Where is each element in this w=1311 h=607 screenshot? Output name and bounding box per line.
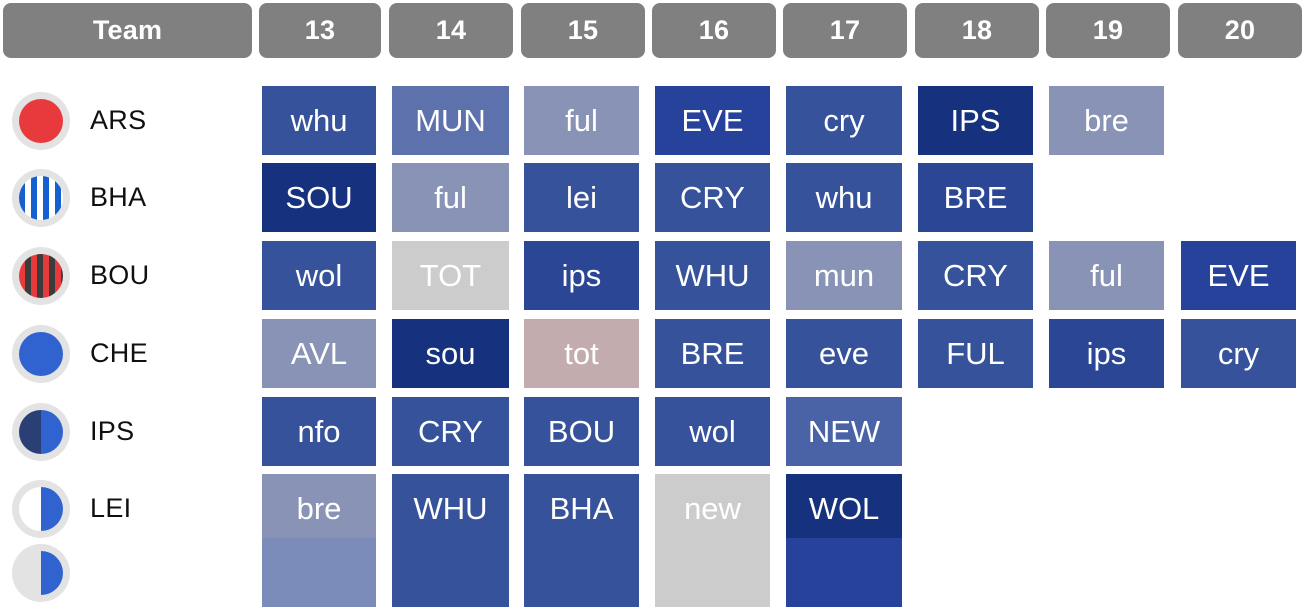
team-abbreviation: ARS <box>90 105 147 135</box>
fixture-cell[interactable]: EVE <box>655 86 770 155</box>
fixture-cell[interactable]: mun <box>786 241 902 310</box>
team-crest-icon <box>19 486 63 531</box>
fixture-cell[interactable]: WHU <box>392 474 509 543</box>
team-badge <box>12 543 70 602</box>
team-crest-icon <box>19 98 63 143</box>
team-abbreviation: CHE <box>90 338 148 368</box>
fixture-cell[interactable]: BRE <box>918 163 1033 232</box>
fixture-cell[interactable] <box>262 538 376 607</box>
fixture-cell[interactable]: ful <box>1049 241 1164 310</box>
header-cell-gameweek-14[interactable]: 14 <box>389 3 513 58</box>
fixture-cell[interactable]: lei <box>524 163 639 232</box>
fixture-cell[interactable]: MUN <box>392 86 509 155</box>
team-crest-icon <box>19 409 63 454</box>
fixture-cell[interactable]: WOL <box>786 474 902 543</box>
team-row-label-IPS[interactable]: IPS <box>6 397 252 466</box>
fixture-cell[interactable]: cry <box>786 86 902 155</box>
fixture-cell[interactable]: whu <box>786 163 902 232</box>
fixture-cell[interactable]: ful <box>392 163 509 232</box>
header-cell-gameweek-18[interactable]: 18 <box>915 3 1039 58</box>
team-crest-icon <box>19 175 63 220</box>
header-cell-gameweek-20[interactable]: 20 <box>1178 3 1302 58</box>
fixture-cell[interactable]: SOU <box>262 163 376 232</box>
team-badge <box>12 246 70 305</box>
header-cell-gameweek-13[interactable]: 13 <box>259 3 381 58</box>
team-row-label-ARS[interactable]: ARS <box>6 86 252 155</box>
team-abbreviation: BOU <box>90 260 150 290</box>
fixture-cell[interactable]: new <box>655 474 770 543</box>
fixture-cell[interactable]: wol <box>262 241 376 310</box>
fixture-cell[interactable]: CRY <box>918 241 1033 310</box>
fixture-cell[interactable]: FUL <box>918 319 1033 388</box>
fixture-cell[interactable]: CRY <box>655 163 770 232</box>
fixture-cell[interactable]: TOT <box>392 241 509 310</box>
fixture-cell[interactable]: BOU <box>524 397 639 466</box>
fixture-cell[interactable]: BRE <box>655 319 770 388</box>
team-row-label-BOU[interactable]: BOU <box>6 241 252 310</box>
team-badge <box>12 402 70 461</box>
fixture-cell[interactable]: EVE <box>1181 241 1296 310</box>
fixture-cell[interactable]: bre <box>1049 86 1164 155</box>
fixture-cell[interactable]: sou <box>392 319 509 388</box>
table-header-row: Team 13 14 15 16 17 18 19 20 <box>0 0 1311 58</box>
team-abbreviation: BHA <box>90 182 147 212</box>
fixture-cell[interactable]: cry <box>1181 319 1296 388</box>
header-cell-gameweek-17[interactable]: 17 <box>783 3 907 58</box>
fixture-cell[interactable]: eve <box>786 319 902 388</box>
fixture-cell[interactable]: tot <box>524 319 639 388</box>
team-row-label-LEI[interactable]: LEI <box>6 474 252 543</box>
team-row-label-BHA[interactable]: BHA <box>6 163 252 232</box>
fixture-cell[interactable] <box>392 538 509 607</box>
fixture-cell[interactable] <box>655 538 770 607</box>
fixture-cell[interactable]: whu <box>262 86 376 155</box>
team-badge <box>12 479 70 538</box>
team-crest-icon <box>19 331 63 376</box>
header-cell-gameweek-19[interactable]: 19 <box>1046 3 1170 58</box>
team-crest-icon <box>19 253 63 298</box>
fixture-cell[interactable]: CRY <box>392 397 509 466</box>
team-badge <box>12 168 70 227</box>
team-abbreviation: LEI <box>90 493 132 523</box>
team-badge <box>12 91 70 150</box>
team-row-label-next[interactable] <box>6 538 252 607</box>
fixture-cell[interactable]: NEW <box>786 397 902 466</box>
fixture-cell[interactable]: BHA <box>524 474 639 543</box>
fixture-cell[interactable]: IPS <box>918 86 1033 155</box>
fixture-cell[interactable]: wol <box>655 397 770 466</box>
fixture-cell[interactable]: bre <box>262 474 376 543</box>
team-crest-icon <box>19 550 63 595</box>
fixture-cell[interactable]: ips <box>1049 319 1164 388</box>
header-cell-team[interactable]: Team <box>3 3 252 58</box>
team-row-label-CHE[interactable]: CHE <box>6 319 252 388</box>
fixture-cell[interactable]: AVL <box>262 319 376 388</box>
fixture-difficulty-grid: Team 13 14 15 16 17 18 19 20 ARS whu MUN ful EVE cry… <box>0 0 1311 607</box>
fixture-cell[interactable] <box>524 538 639 607</box>
header-cell-gameweek-15[interactable]: 15 <box>521 3 645 58</box>
team-abbreviation: IPS <box>90 416 135 446</box>
fixture-cell[interactable] <box>786 538 902 607</box>
fixture-cell[interactable]: nfo <box>262 397 376 466</box>
fixture-cell[interactable]: ful <box>524 86 639 155</box>
fixture-cell[interactable]: WHU <box>655 241 770 310</box>
fixture-cell[interactable]: ips <box>524 241 639 310</box>
team-badge <box>12 324 70 383</box>
header-cell-gameweek-16[interactable]: 16 <box>652 3 776 58</box>
